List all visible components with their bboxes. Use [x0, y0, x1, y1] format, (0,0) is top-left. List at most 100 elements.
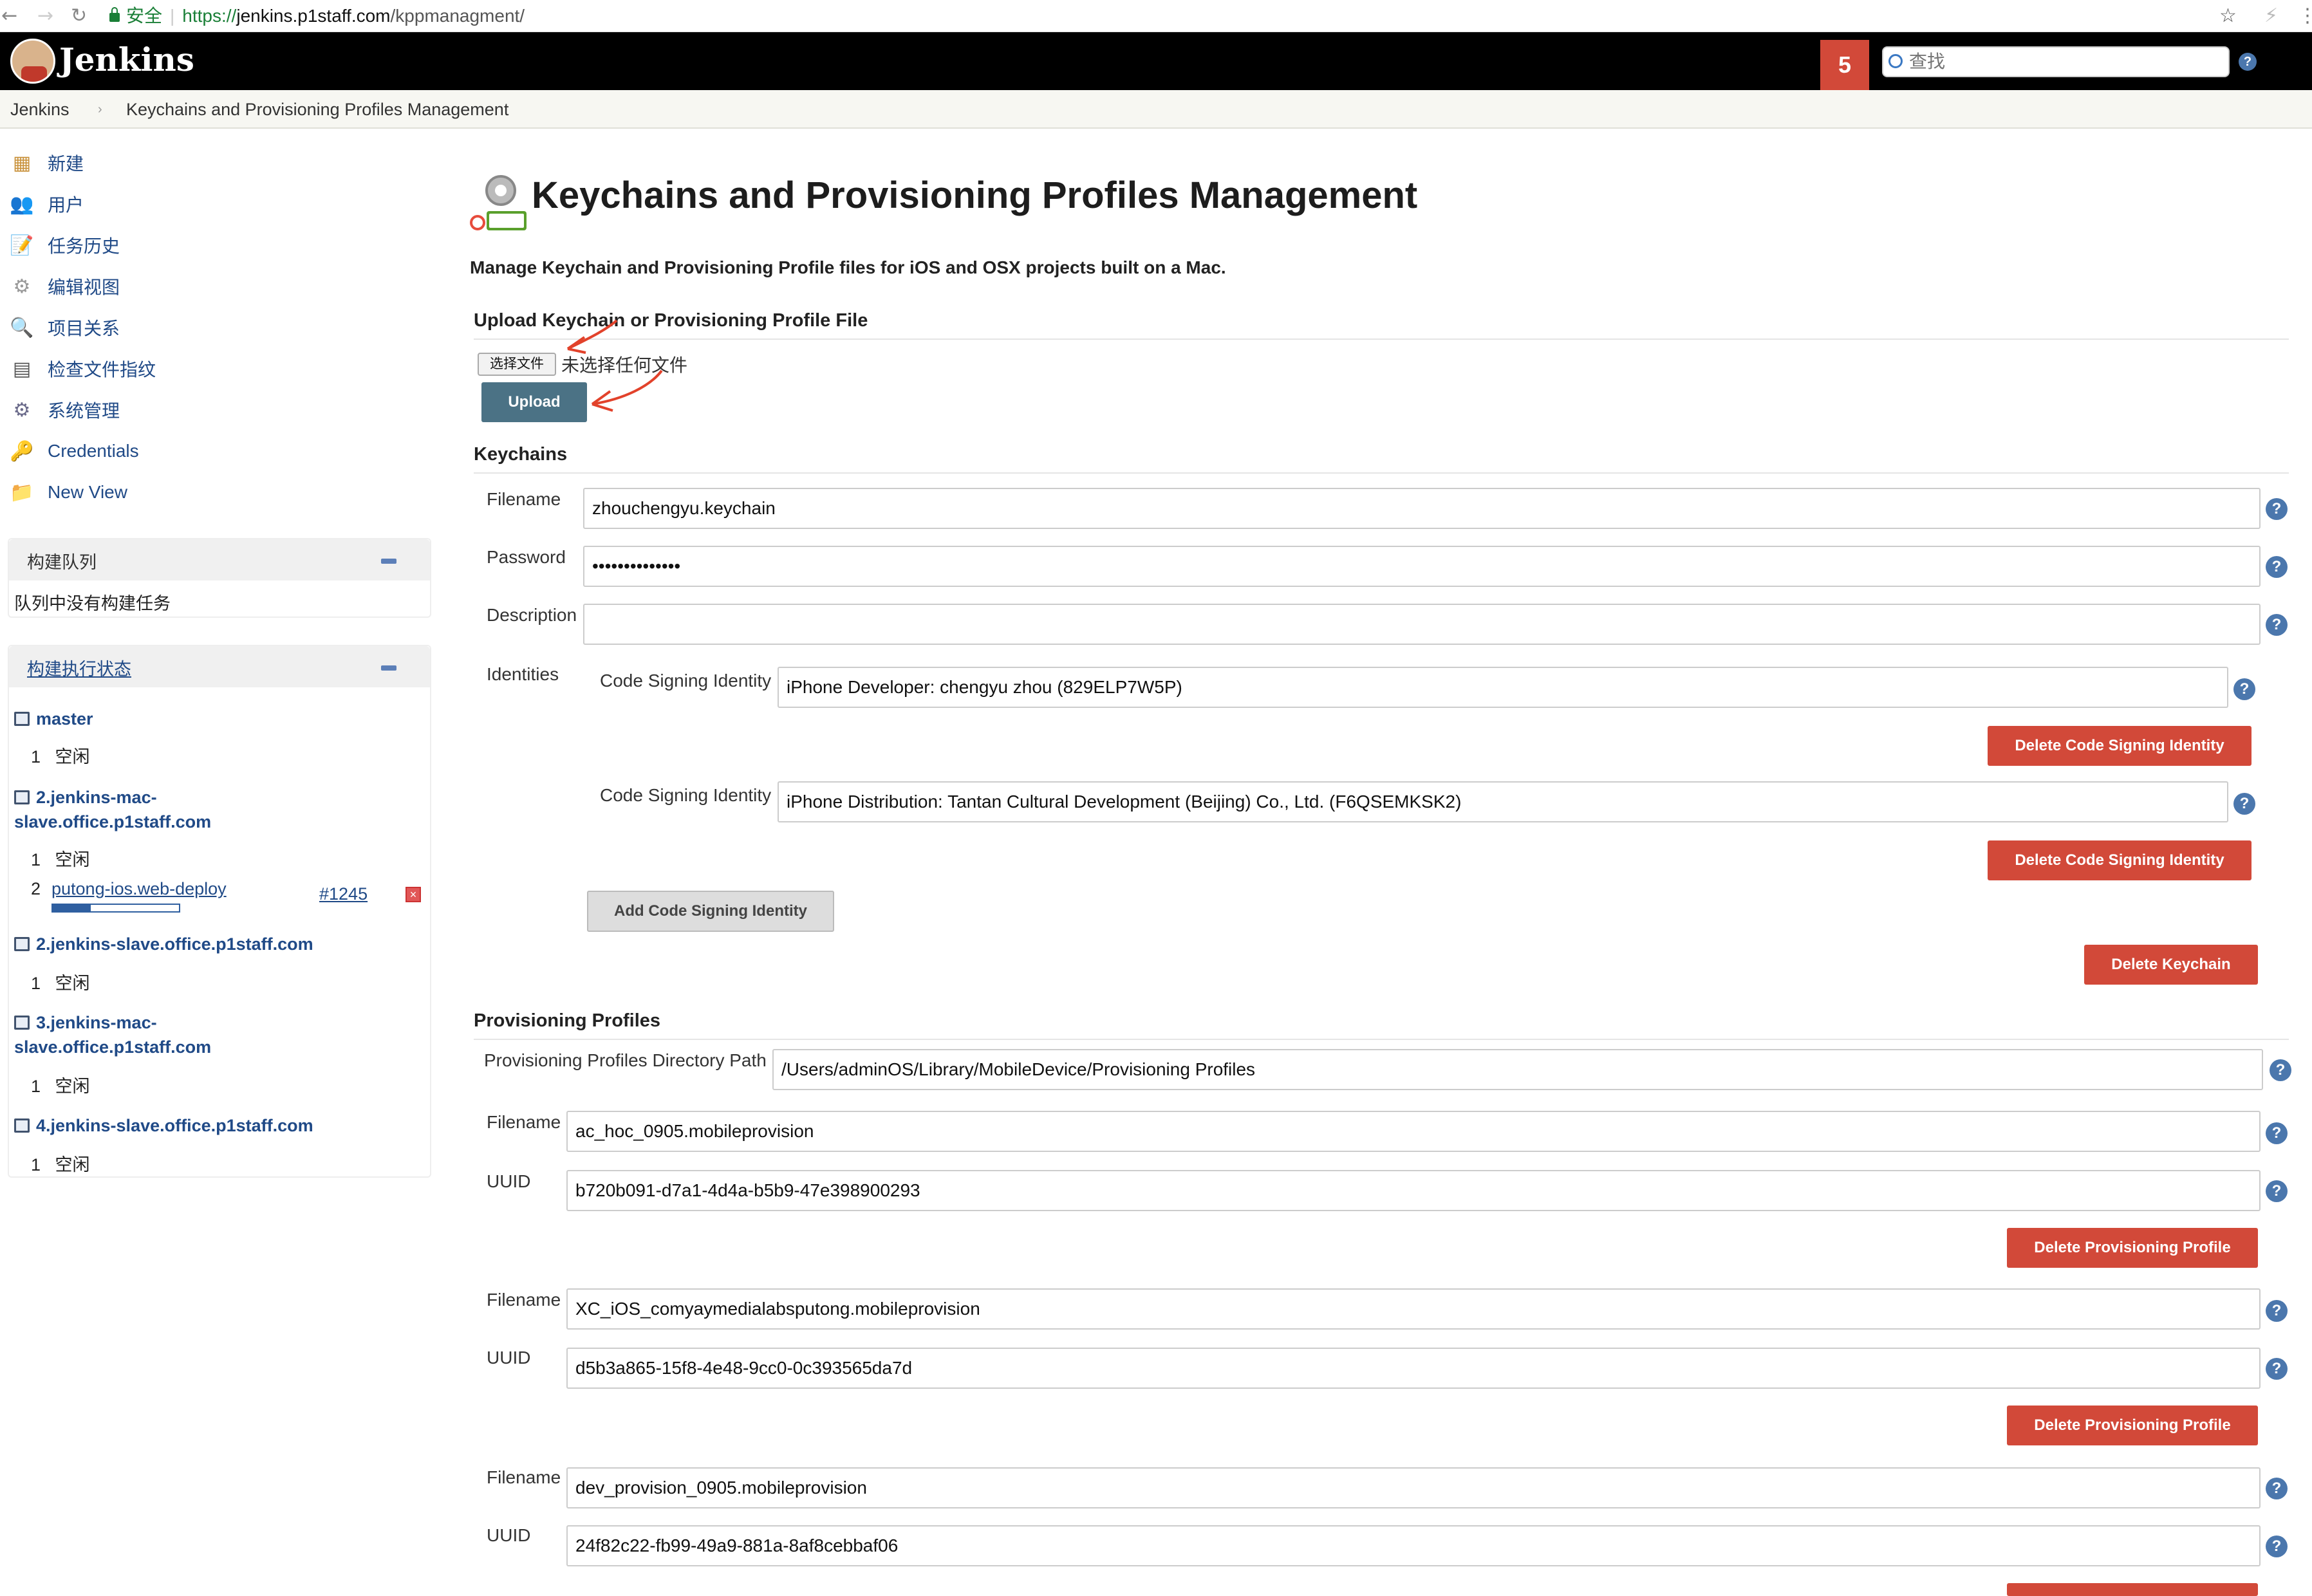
keychain-filename-input[interactable] [583, 488, 2261, 529]
stop-build-icon[interactable]: × [406, 887, 421, 902]
url-host: jenkins.p1staff.com [236, 6, 391, 26]
identities-label: Identities [487, 664, 559, 684]
sidebar-item-label: 项目关系 [48, 319, 120, 339]
sidebar-item-build-history[interactable]: 📝 任务历史 [9, 230, 120, 260]
breadcrumb-current[interactable]: Keychains and Provisioning Profiles Mana… [126, 98, 508, 121]
credentials-icon: 🔑 [10, 440, 34, 463]
code-signing-identity-help-icon[interactable]: ? [2233, 793, 2255, 815]
keychain-password-help-icon[interactable]: ? [2266, 556, 2288, 578]
executor-row: 1 空闲 [31, 1077, 90, 1096]
executor-node-slave-2[interactable]: 2.jenkins-slave.office.p1staff.com [14, 932, 313, 956]
keychains-section-heading: Keychains [474, 444, 568, 465]
sidebar-item-credentials[interactable]: 🔑 Credentials [9, 436, 138, 466]
executor-row-busy: 2 [31, 879, 41, 898]
running-job-link[interactable]: putong-ios.web-deploy [51, 879, 227, 899]
profile-filename-input[interactable] [566, 1111, 2261, 1152]
sidebar-item-new-view[interactable]: 📁 New View [9, 478, 127, 507]
choose-file-button[interactable]: 选择文件 [478, 353, 556, 376]
sidebar-item-new[interactable]: ▦ 新建 [9, 148, 84, 178]
keychain-password-label: Password [487, 547, 566, 567]
profile-filename-help-icon[interactable]: ? [2266, 1478, 2288, 1499]
computer-icon [14, 937, 30, 951]
search-input[interactable] [1882, 46, 2230, 77]
profile-filename-input[interactable] [566, 1467, 2261, 1508]
page-description: Manage Keychain and Provisioning Profile… [470, 257, 1226, 277]
code-signing-identity-help-icon[interactable]: ? [2233, 678, 2255, 700]
sidebar-item-label: New View [48, 482, 127, 502]
jenkins-logo-icon[interactable] [10, 39, 55, 84]
forward-icon[interactable]: → [37, 5, 53, 27]
executor-row: 1 空闲 [31, 974, 90, 993]
back-icon[interactable]: ← [1, 5, 17, 27]
collapse-build-queue-icon[interactable] [381, 559, 396, 564]
computer-icon [14, 790, 30, 804]
address-bar[interactable]: 安全 | https:// jenkins.p1staff.com /kppma… [109, 2, 2130, 30]
profiles-directory-help-icon[interactable]: ? [2270, 1059, 2291, 1081]
profiles-directory-input[interactable] [772, 1049, 2263, 1090]
profile-uuid-label: UUID [487, 1171, 531, 1191]
profile-uuid-help-icon[interactable]: ? [2266, 1536, 2288, 1557]
lock-icon [109, 7, 120, 22]
profile-uuid-input[interactable] [566, 1170, 2261, 1211]
running-build-link[interactable]: #1245 [319, 884, 368, 904]
bookmark-star-icon[interactable]: ☆ [2219, 5, 2237, 27]
delete-provisioning-profile-button[interactable]: Delete Provisioning Profile [2007, 1406, 2258, 1445]
profile-filename-help-icon[interactable]: ? [2266, 1122, 2288, 1144]
browser-toolbar: ← → ↻ 安全 | https:// jenkins.p1staff.com … [0, 0, 2312, 32]
sidebar-item-edit-view[interactable]: ⚙ 编辑视图 [9, 272, 120, 301]
profile-uuid-input[interactable] [566, 1348, 2261, 1389]
profile-filename-help-icon[interactable]: ? [2266, 1300, 2288, 1322]
sidebar-item-manage-jenkins[interactable]: ⚙ 系统管理 [9, 395, 120, 425]
executor-node-mac-slave-2[interactable]: 2.jenkins-mac-slave.office.p1staff.com [14, 785, 211, 834]
extension-icon[interactable]: ⚡ [2264, 5, 2278, 27]
reload-icon[interactable]: ↻ [71, 5, 87, 27]
kpp-plugin-icon [470, 175, 527, 230]
collapse-executors-icon[interactable] [381, 665, 396, 671]
keychain-password-input[interactable] [583, 546, 2261, 587]
executor-row: 1 空闲 [31, 747, 90, 766]
profile-uuid-label: UUID [487, 1525, 531, 1545]
breadcrumb-jenkins[interactable]: Jenkins [10, 98, 70, 121]
project-relationship-icon: 🔍 [10, 316, 34, 339]
executor-node-slave-4[interactable]: 4.jenkins-slave.office.p1staff.com [14, 1113, 313, 1138]
delete-code-signing-identity-button[interactable]: Delete Code Signing Identity [1988, 840, 2251, 880]
executor-row: 1 空闲 [31, 1155, 90, 1174]
delete-keychain-button[interactable]: Delete Keychain [2084, 945, 2258, 985]
keychain-description-input[interactable] [583, 604, 2261, 645]
delete-provisioning-profile-button[interactable]: Delete Provisioning Profile [2007, 1228, 2258, 1268]
build-queue-pane: 构建队列 队列中没有构建任务 [8, 538, 431, 618]
keychain-filename-help-icon[interactable]: ? [2266, 498, 2288, 520]
page-title: Keychains and Provisioning Profiles Mana… [532, 174, 1418, 216]
delete-code-signing-identity-button[interactable]: Delete Code Signing Identity [1988, 726, 2251, 766]
executor-status-title[interactable]: 构建执行状态 [27, 655, 131, 680]
profiles-directory-label: Provisioning Profiles Directory Path [484, 1050, 767, 1070]
sidebar-item-fingerprint[interactable]: ▤ 检查文件指纹 [9, 354, 156, 384]
keychain-description-help-icon[interactable]: ? [2266, 614, 2288, 636]
breadcrumb-separator-icon: › [98, 102, 102, 116]
edit-view-icon: ⚙ [13, 275, 31, 298]
profile-uuid-input[interactable] [566, 1525, 2261, 1566]
profile-filename-label: Filename [487, 1467, 561, 1487]
delete-provisioning-profile-button-partial[interactable] [2007, 1583, 2258, 1596]
secure-label: 安全 [126, 6, 163, 26]
sidebar-item-users[interactable]: 👥 用户 [9, 189, 84, 219]
sidebar-item-project-relationship[interactable]: 🔍 项目关系 [9, 313, 120, 342]
sidebar-item-label: 编辑视图 [48, 277, 120, 297]
sidebar-item-label: 新建 [48, 154, 84, 174]
jenkins-title[interactable]: Jenkins [59, 37, 194, 82]
code-signing-identity-input[interactable] [778, 781, 2228, 822]
executor-node-master[interactable]: master [14, 707, 93, 731]
profile-filename-input[interactable] [566, 1288, 2261, 1330]
computer-icon [14, 712, 30, 726]
browser-menu-icon[interactable]: ⋮ [2298, 5, 2312, 27]
profile-uuid-help-icon[interactable]: ? [2266, 1358, 2288, 1380]
code-signing-identity-input[interactable] [778, 667, 2228, 708]
profile-uuid-help-icon[interactable]: ? [2266, 1180, 2288, 1202]
build-queue-title: 构建队列 [27, 553, 97, 572]
executor-node-mac-slave-3[interactable]: 3.jenkins-mac-slave.office.p1staff.com [14, 1010, 211, 1059]
notification-badge[interactable]: 5 [1820, 40, 1869, 90]
header-help-icon[interactable]: ? [2239, 53, 2257, 71]
new-item-icon: ▦ [12, 151, 32, 174]
sidebar-item-label: 用户 [48, 195, 84, 215]
add-code-signing-identity-button[interactable]: Add Code Signing Identity [587, 891, 834, 932]
